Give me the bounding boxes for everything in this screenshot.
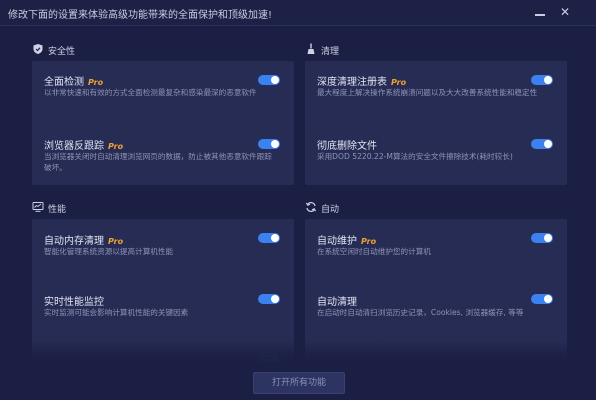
section-cleanup-label: 清理 <box>321 47 340 57</box>
deep-registry-item: 深度清理注册表 Pro 最大程度上解决操作系统崩溃问题以及大大改善系统性能和稳定性 <box>317 73 557 115</box>
browser-anti-tracking-toggle[interactable] <box>258 139 280 149</box>
cleanup-card: 深度清理注册表 Pro 最大程度上解决操作系统崩溃问题以及大大改善系统性能和稳定性… <box>305 61 567 185</box>
auto-clean-title: 自动清理 <box>317 297 357 308</box>
file-shredder-item: 彻底删除文件 采用DOD 5220.22-M算法的安全文件擦除技术(耗时较长) <box>317 137 557 179</box>
monitor-icon <box>32 202 44 212</box>
section-performance-label: 性能 <box>48 205 67 215</box>
minimize-button[interactable] <box>530 2 550 22</box>
perf-monitor-description: 实时监测可能会影响计算机性能的关键因素 <box>44 308 189 317</box>
perf-monitor-toggle[interactable] <box>258 294 280 304</box>
auto-clean-description: 在启动时自动清扫浏览历史记录，Cookies, 浏览器缓存, 等等 <box>317 308 524 317</box>
enable-all-button[interactable]: 打开所有功能 <box>253 372 345 394</box>
window-title: 修改下面的设置来体验高级功能带来的全面保护和顶级加速! <box>8 10 273 21</box>
auto-ram-toggle[interactable] <box>258 233 280 243</box>
auto-ram-title: 自动内存清理 Pro <box>44 232 123 247</box>
auto-clean-item: 自动清理 在启动时自动清扫浏览历史记录，Cookies, 浏览器缓存, 等等 <box>317 293 557 339</box>
auto-maintenance-title: 自动维护 Pro <box>317 232 376 247</box>
title-bar: 修改下面的设置来体验高级功能带来的全面保护和顶级加速! ✕ <box>0 0 596 26</box>
perf-monitor-title: 实时性能监控 <box>44 297 104 308</box>
browser-anti-tracking-title: 浏览器反跟踪 Pro <box>44 137 123 152</box>
shield-icon <box>33 44 43 54</box>
auto-ram-item: 自动内存清理 Pro 智能化管理系统资源以提高计算机性能 <box>44 232 284 272</box>
auto-maintenance-item: 自动维护 Pro 在系统空闲时自动维护您的计算机 <box>317 232 557 272</box>
deep-registry-title: 深度清理注册表 Pro <box>317 73 406 88</box>
scroll-fade <box>0 340 596 362</box>
browser-anti-tracking-item: 浏览器反跟踪 Pro 当浏览器关闭时自动清理浏览网页的数据，防止被其他恶意软件跟踪… <box>44 137 284 179</box>
full-scan-item: 全面检测 Pro 以非常快速和有效的方式全面检测最复杂和感染最深的恶意软件 <box>44 73 284 115</box>
security-card: 全面检测 Pro 以非常快速和有效的方式全面检测最复杂和感染最深的恶意软件 浏览器… <box>32 61 294 185</box>
auto-maintenance-description: 在系统空闲时自动维护您的计算机 <box>317 247 431 256</box>
auto-ram-description: 智能化管理系统资源以提高计算机性能 <box>44 247 174 256</box>
section-security-header: 安全性 <box>32 43 152 57</box>
perf-monitor-item: 实时性能监控 实时监测可能会影响计算机性能的关键因素 <box>44 293 284 333</box>
pro-badge: Pro <box>88 78 104 87</box>
full-scan-description: 以非常快速和有效的方式全面检测最复杂和感染最深的恶意软件 <box>44 88 257 97</box>
section-auto-label: 自动 <box>321 205 340 215</box>
full-scan-title: 全面检测 Pro <box>44 73 103 88</box>
refresh-icon <box>306 202 316 212</box>
pro-badge: Pro <box>108 142 124 151</box>
section-security-label: 安全性 <box>48 47 76 57</box>
auto-maintenance-toggle[interactable] <box>531 233 553 243</box>
full-scan-toggle[interactable] <box>258 75 280 85</box>
pro-badge: Pro <box>361 237 377 246</box>
footer-bar: 打开所有功能 <box>0 362 596 400</box>
section-cleanup-header: 清理 <box>305 43 425 57</box>
auto-clean-toggle[interactable] <box>531 294 553 304</box>
pro-badge: Pro <box>391 78 407 87</box>
pro-badge: Pro <box>108 237 124 246</box>
section-performance-header: 性能 <box>32 201 152 215</box>
file-shredder-title: 彻底删除文件 <box>317 141 377 152</box>
file-shredder-description: 采用DOD 5220.22-M算法的安全文件擦除技术(耗时较长) <box>317 152 513 161</box>
deep-registry-toggle[interactable] <box>531 75 553 85</box>
file-shredder-toggle[interactable] <box>531 139 553 149</box>
close-button[interactable]: ✕ <box>555 2 575 22</box>
browser-anti-tracking-description: 当浏览器关闭时自动清理浏览网页的数据，防止被其他恶意软件跟踪破坏。 <box>44 152 272 172</box>
broom-icon <box>307 43 315 54</box>
deep-registry-description: 最大程度上解决操作系统崩溃问题以及大大改善系统性能和稳定性 <box>317 88 538 97</box>
section-auto-header: 自动 <box>305 201 425 215</box>
